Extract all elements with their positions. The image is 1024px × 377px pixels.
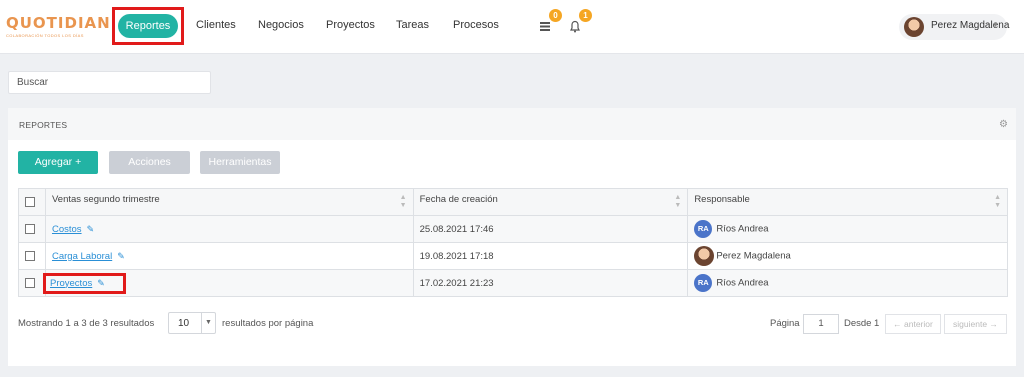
page-label: Página bbox=[770, 318, 800, 329]
sort-icon: ▲ ▼ bbox=[994, 194, 1001, 209]
reports-panel: REPORTES ⚙ Agregar + Acciones Herramient… bbox=[8, 108, 1016, 366]
previous-page-button[interactable]: ← anterior bbox=[885, 314, 941, 334]
of-label: Desde bbox=[844, 318, 872, 329]
report-link[interactable]: Proyectos bbox=[50, 278, 92, 289]
user-menu[interactable]: Perez Magdalena ▼ bbox=[899, 14, 1009, 40]
nav-item-reportes[interactable]: Reportes bbox=[118, 14, 178, 38]
actions-button[interactable]: Acciones bbox=[109, 151, 190, 174]
pencil-icon[interactable]: ✎ bbox=[97, 278, 105, 288]
per-page-select[interactable]: 10 ▼ bbox=[168, 312, 216, 334]
sort-icon: ▲ ▼ bbox=[399, 194, 407, 209]
row-checkbox-cell bbox=[18, 269, 46, 297]
tools-button[interactable]: Herramientas bbox=[200, 151, 280, 174]
column-header-name[interactable]: Ventas segundo trimestre ▲ ▼ bbox=[44, 188, 414, 216]
column-header-date[interactable]: Fecha de creación ▲ ▼ bbox=[412, 188, 689, 216]
report-name-cell: Costos ✎ bbox=[44, 215, 414, 243]
search-input[interactable]: Buscar bbox=[8, 71, 211, 94]
column-header-label: Fecha de creación bbox=[419, 194, 498, 205]
results-summary: Mostrando 1 a 3 de 3 resultados bbox=[18, 318, 155, 329]
row-checkbox-cell bbox=[18, 242, 46, 270]
tasks-badge: 0 bbox=[549, 9, 562, 22]
highlight-box-reportes: Reportes bbox=[112, 7, 184, 45]
column-header-label: Ventas segundo trimestre bbox=[51, 194, 160, 205]
per-page-label: resultados por página bbox=[222, 318, 314, 329]
date-cell: 17.02.2021 21:23 bbox=[412, 269, 689, 297]
nav-item-tareas[interactable]: Tareas bbox=[396, 19, 429, 31]
owner-cell: Perez Magdalena bbox=[687, 242, 1008, 270]
notifications-button[interactable]: 1 bbox=[564, 9, 592, 37]
table-row: Costos ✎ 25.08.2021 17:46 RA Ríos Andrea bbox=[18, 215, 1008, 243]
sort-icon: ▲ ▼ bbox=[674, 194, 682, 209]
reports-table: Ventas segundo trimestre ▲ ▼ Fecha de crea… bbox=[18, 188, 1008, 297]
top-navbar: QUOTIDIAN COLABORACIÓN TODOS LOS DÍAS Re… bbox=[0, 0, 1024, 54]
nav-item-proyectos[interactable]: Proyectos bbox=[326, 19, 375, 31]
select-all-checkbox[interactable] bbox=[25, 196, 35, 207]
panel-title: REPORTES bbox=[19, 120, 68, 130]
nav-item-procesos[interactable]: Procesos bbox=[453, 19, 499, 31]
avatar-photo bbox=[694, 246, 715, 266]
logo-word: QUOTIDIAN bbox=[6, 14, 111, 32]
column-header-owner[interactable]: Responsable ▲ ▼ bbox=[687, 188, 1008, 216]
report-link[interactable]: Costos bbox=[52, 224, 82, 235]
owner-name: Perez Magdalena bbox=[716, 250, 791, 262]
avatar bbox=[694, 246, 715, 266]
owner-cell: RA Ríos Andrea bbox=[687, 215, 1008, 243]
table-header-row: Ventas segundo trimestre ▲ ▼ Fecha de crea… bbox=[18, 188, 1008, 216]
total-pages: 1 bbox=[874, 318, 880, 329]
date-cell: 19.08.2021 17:18 bbox=[412, 242, 689, 270]
date-cell: 25.08.2021 17:46 bbox=[412, 215, 689, 243]
pencil-icon[interactable]: ✎ bbox=[117, 251, 125, 261]
notifications-badge: 1 bbox=[579, 9, 592, 22]
row-checkbox[interactable] bbox=[25, 250, 35, 261]
panel-header: REPORTES ⚙ bbox=[8, 108, 1016, 140]
table-row: Proyectos ✎ 17.02.2021 21:23 RA Ríos Andre… bbox=[18, 269, 1008, 297]
chevron-down-icon: ▼ bbox=[201, 313, 215, 333]
report-link[interactable]: Carga Laboral bbox=[52, 251, 112, 262]
column-header-label: Responsable bbox=[694, 194, 750, 205]
avatar: RA bbox=[694, 220, 713, 238]
page-number-input[interactable]: 1 bbox=[803, 314, 839, 334]
table-row: Carga Laboral ✎ 19.08.2021 17:18 Perez Ma… bbox=[18, 242, 1008, 270]
nav-item-clientes[interactable]: Clientes bbox=[196, 19, 236, 31]
select-all-cell bbox=[18, 188, 46, 216]
highlight-box-proyectos: Proyectos ✎ bbox=[42, 272, 126, 294]
row-checkbox-cell bbox=[18, 215, 46, 243]
app-logo[interactable]: QUOTIDIAN COLABORACIÓN TODOS LOS DÍAS bbox=[6, 14, 111, 40]
owner-name: Ríos Andrea bbox=[716, 223, 769, 235]
nav-item-negocios[interactable]: Negocios bbox=[258, 19, 304, 31]
report-name-cell: Proyectos ✎ bbox=[42, 269, 414, 297]
logo-tagline: COLABORACIÓN TODOS LOS DÍAS bbox=[6, 33, 84, 38]
gear-icon[interactable]: ⚙ bbox=[999, 119, 1008, 130]
report-name-cell: Carga Laboral ✎ bbox=[44, 242, 414, 270]
per-page-value: 10 bbox=[178, 318, 190, 329]
pencil-icon[interactable]: ✎ bbox=[87, 224, 95, 234]
avatar: RA bbox=[694, 274, 713, 292]
add-button[interactable]: Agregar + bbox=[18, 151, 98, 174]
chevron-down-icon: ▼ bbox=[992, 22, 999, 29]
row-checkbox[interactable] bbox=[25, 223, 35, 234]
next-page-button[interactable]: siguiente → bbox=[944, 314, 1007, 334]
owner-cell: RA Ríos Andrea bbox=[687, 269, 1008, 297]
row-checkbox[interactable] bbox=[25, 277, 35, 288]
tasks-button[interactable]: 0 bbox=[534, 9, 562, 37]
avatar bbox=[904, 17, 924, 37]
owner-name: Ríos Andrea bbox=[716, 277, 769, 289]
